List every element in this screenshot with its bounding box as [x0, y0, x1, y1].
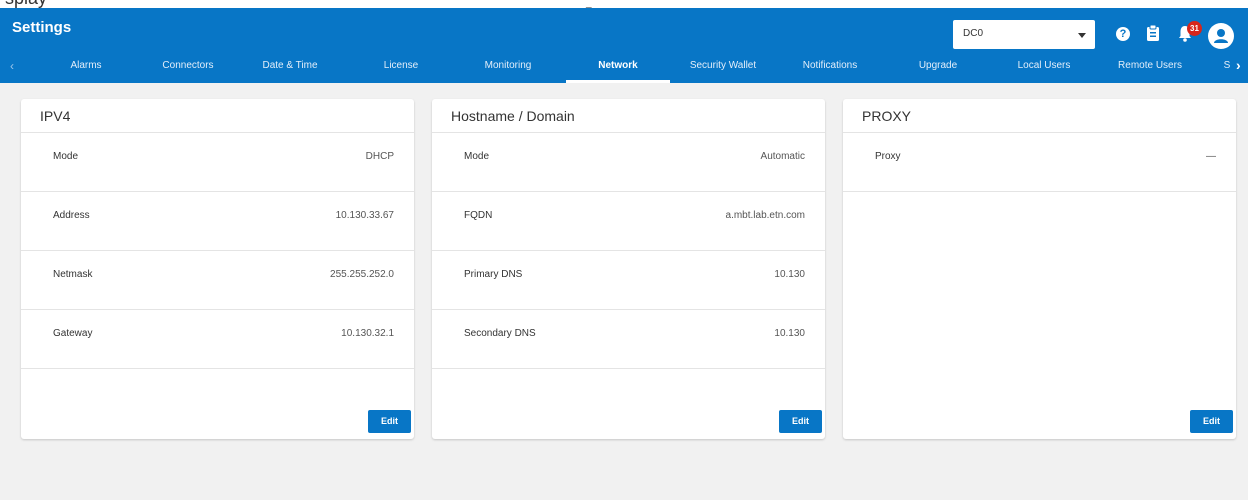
row-value: DHCP: [365, 151, 394, 162]
row-value: —: [1206, 151, 1216, 162]
clipped-text: splay: [5, 0, 47, 8]
tab-overflow[interactable]: S: [1220, 50, 1234, 83]
tab-connectors[interactable]: Connectors: [138, 50, 238, 83]
page-title: Settings: [12, 19, 72, 36]
settings-row: Gateway 10.130.32.1: [21, 310, 414, 369]
card-title: PROXY: [862, 108, 912, 124]
tab-monitoring[interactable]: Monitoring: [458, 50, 558, 83]
settings-row: Netmask 255.255.252.0: [21, 251, 414, 310]
tab-upgrade[interactable]: Upgrade: [888, 50, 988, 83]
row-label: Proxy: [875, 151, 901, 162]
settings-tabs: ‹ Alarms Connectors Date & Time License …: [0, 50, 1248, 83]
tab-remote-users[interactable]: Remote Users: [1100, 50, 1200, 83]
caret-down-icon: [1078, 33, 1086, 38]
settings-row: Secondary DNS 10.130: [432, 310, 825, 369]
row-value: 10.130: [774, 328, 805, 339]
row-value: 255.255.252.0: [330, 269, 394, 280]
card-title: IPV4: [40, 108, 71, 124]
tab-network[interactable]: Network: [566, 50, 670, 83]
row-label: Primary DNS: [464, 269, 523, 280]
hostname-card: Hostname / Domain Mode Automatic FQDN a.…: [432, 99, 825, 439]
proxy-card: PROXY Proxy — Edit: [843, 99, 1236, 439]
tab-local-users[interactable]: Local Users: [994, 50, 1094, 83]
settings-row: Proxy —: [843, 133, 1236, 192]
row-label: Netmask: [53, 269, 93, 280]
row-label: Secondary DNS: [464, 328, 536, 339]
row-value: 10.130.33.67: [335, 210, 394, 221]
row-label: Gateway: [53, 328, 93, 339]
chevron-left-icon[interactable]: ‹: [10, 59, 14, 73]
chevron-right-icon[interactable]: ›: [1236, 57, 1241, 73]
clipped-mark: _: [586, 0, 592, 8]
settings-row: Address 10.130.33.67: [21, 192, 414, 251]
tab-security-wallet[interactable]: Security Wallet: [673, 50, 773, 83]
settings-row: Mode Automatic: [432, 133, 825, 192]
row-value: a.mbt.lab.etn.com: [725, 210, 805, 221]
help-icon[interactable]: ?: [1116, 27, 1130, 41]
row-value: 10.130.32.1: [341, 328, 394, 339]
tab-license[interactable]: License: [351, 50, 451, 83]
notification-count-badge: 31: [1187, 21, 1202, 36]
row-value: Automatic: [760, 151, 805, 162]
settings-row: FQDN a.mbt.lab.etn.com: [432, 192, 825, 251]
user-avatar[interactable]: [1208, 23, 1234, 49]
edit-proxy-button[interactable]: Edit: [1190, 410, 1233, 433]
settings-row: Mode DHCP: [21, 133, 414, 192]
row-label: FQDN: [464, 210, 493, 221]
tab-notifications[interactable]: Notifications: [780, 50, 880, 83]
clipboard-icon[interactable]: [1146, 24, 1160, 47]
row-label: Mode: [53, 151, 79, 162]
location-select[interactable]: DC0: [953, 20, 1095, 49]
tab-alarms[interactable]: Alarms: [36, 50, 136, 83]
ipv4-card: IPV4 Mode DHCP Address 10.130.33.67 Netm…: [21, 99, 414, 439]
edit-hostname-button[interactable]: Edit: [779, 410, 822, 433]
settings-row: Primary DNS 10.130: [432, 251, 825, 310]
row-label: Mode: [464, 151, 490, 162]
row-value: 10.130: [774, 269, 805, 280]
card-title: Hostname / Domain: [451, 108, 575, 124]
top-strip: splay _: [0, 0, 1248, 8]
app-header: Settings DC0 ? 31: [0, 8, 1248, 50]
location-select-value: DC0: [963, 28, 984, 39]
row-label: Address: [53, 210, 90, 221]
edit-ipv4-button[interactable]: Edit: [368, 410, 411, 433]
tab-date-time[interactable]: Date & Time: [240, 50, 340, 83]
